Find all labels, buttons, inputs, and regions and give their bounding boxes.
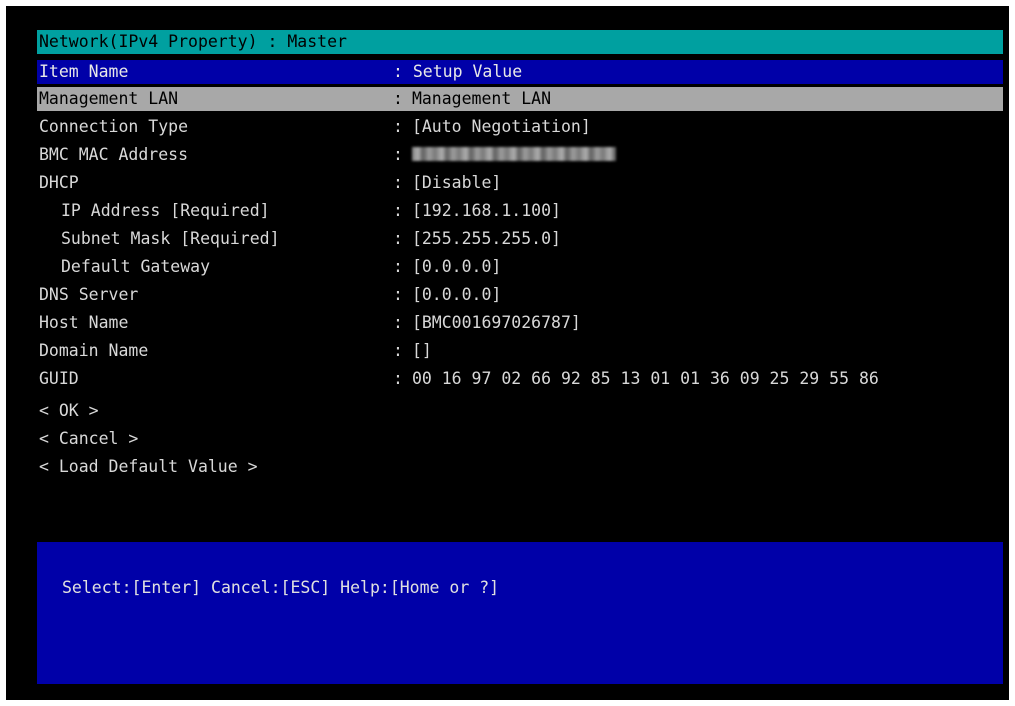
setting-label: Domain Name xyxy=(39,341,149,360)
setting-row-host-name[interactable]: Host Name : [BMC001697026787] xyxy=(37,311,1003,335)
ok-button[interactable]: < OK > xyxy=(39,399,99,423)
setting-value[interactable]: : [192.168.1.100] xyxy=(393,199,561,223)
setting-row-bmc-mac-address: BMC MAC Address : xyxy=(37,143,1003,167)
load-default-value-button[interactable]: < Load Default Value > xyxy=(39,455,258,479)
help-panel: Select:[Enter] Cancel:[ESC] Help:[Home o… xyxy=(37,542,1003,684)
setting-label: IP Address [Required] xyxy=(61,201,270,220)
setting-value[interactable]: :[] xyxy=(393,339,432,363)
setting-label: Host Name xyxy=(39,313,129,332)
setting-label: Subnet Mask [Required] xyxy=(61,229,280,248)
setting-value: :00 16 97 02 66 92 85 13 01 01 36 09 25 … xyxy=(393,369,879,388)
header-item-name: Item Name xyxy=(39,62,129,81)
setting-row-guid: GUID :00 16 97 02 66 92 85 13 01 01 36 0… xyxy=(37,367,1003,391)
cancel-button[interactable]: < Cancel > xyxy=(39,427,138,451)
setting-label: GUID xyxy=(39,369,79,388)
setting-value[interactable]: : [0.0.0.0] xyxy=(393,283,501,307)
screen-title-bar: Network(IPv4 Property) : Master xyxy=(37,30,1003,54)
key-help-text: Select:[Enter] Cancel:[ESC] Help:[Home o… xyxy=(62,578,500,597)
setting-value[interactable]: : [255.255.255.0] xyxy=(393,227,561,251)
setting-row-default-gateway[interactable]: Default Gateway : [0.0.0.0] xyxy=(37,255,1003,279)
header-setup-value: : Setup Value xyxy=(393,62,523,81)
redacted-mac-address xyxy=(411,147,616,161)
screen-title: Network(IPv4 Property) : Master xyxy=(39,32,347,51)
setting-value[interactable]: : [Auto Negotiation] xyxy=(393,115,591,139)
setting-label: DNS Server xyxy=(39,285,139,304)
setting-label: BMC MAC Address xyxy=(39,145,189,164)
bios-setup-screen: Network(IPv4 Property) : Master Item Nam… xyxy=(6,6,1009,700)
setting-value: : xyxy=(393,143,616,167)
setting-row-connection-type[interactable]: Connection Type : [Auto Negotiation] xyxy=(37,115,1003,139)
setting-row-ip-address[interactable]: IP Address [Required] : [192.168.1.100] xyxy=(37,199,1003,223)
setting-label: Default Gateway xyxy=(61,257,211,276)
setting-row-domain-name[interactable]: Domain Name :[] xyxy=(37,339,1003,363)
setting-label: Management LAN xyxy=(39,89,179,108)
setting-row-subnet-mask[interactable]: Subnet Mask [Required] : [255.255.255.0] xyxy=(37,227,1003,251)
setting-value: : Management LAN xyxy=(393,89,552,108)
column-header-row: Item Name : Setup Value xyxy=(37,60,1003,84)
setting-label: Connection Type xyxy=(39,117,189,136)
setting-row-dns-server[interactable]: DNS Server : [0.0.0.0] xyxy=(37,283,1003,307)
setting-value[interactable]: : [Disable] xyxy=(393,171,501,195)
setting-row-management-lan[interactable]: Management LAN : Management LAN xyxy=(37,87,1003,111)
setting-row-dhcp[interactable]: DHCP : [Disable] xyxy=(37,171,1003,195)
setting-value[interactable]: : [BMC001697026787] xyxy=(393,311,581,335)
setting-label: DHCP xyxy=(39,173,79,192)
setting-value[interactable]: : [0.0.0.0] xyxy=(393,255,501,279)
